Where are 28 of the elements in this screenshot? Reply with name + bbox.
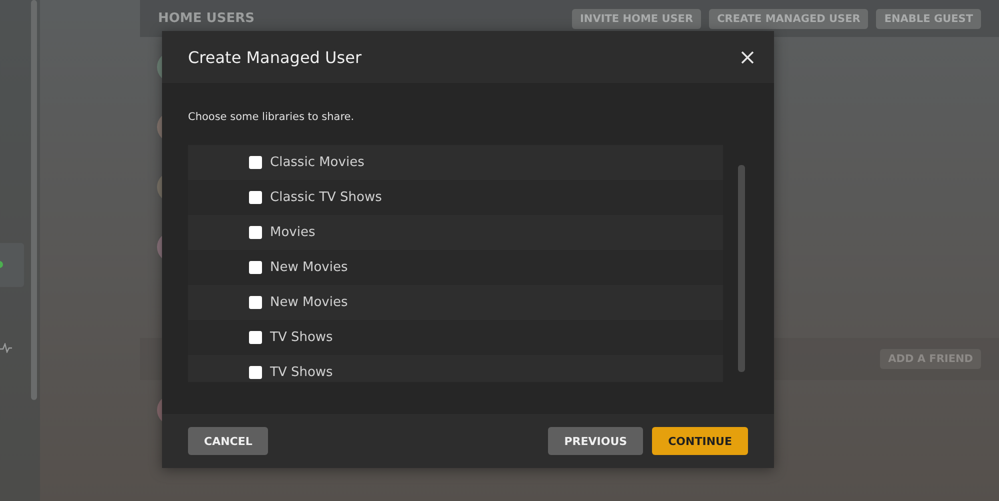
library-label: Classic Movies bbox=[270, 155, 364, 170]
library-label: New Movies bbox=[270, 260, 348, 275]
dialog-button[interactable]: PREVIOUS bbox=[548, 427, 644, 455]
library-label: New Movies bbox=[270, 295, 348, 310]
checkbox[interactable] bbox=[249, 296, 262, 309]
checkbox[interactable] bbox=[249, 226, 262, 239]
library-label: TV Shows bbox=[270, 365, 333, 380]
library-label: TV Shows bbox=[270, 330, 333, 345]
library-label: Movies bbox=[270, 225, 316, 240]
scrollbar[interactable] bbox=[738, 165, 745, 372]
checkbox[interactable] bbox=[249, 331, 262, 344]
dialog-button[interactable]: CONTINUE bbox=[652, 427, 748, 455]
checkbox[interactable] bbox=[249, 261, 262, 274]
header-button[interactable]: CREATE MANAGED USER bbox=[709, 8, 868, 28]
checkbox[interactable] bbox=[249, 366, 262, 379]
header-button[interactable]: INVITE HOME USER bbox=[572, 8, 702, 28]
section-title: HOME USERS bbox=[158, 11, 254, 26]
sidebar-item[interactable] bbox=[0, 243, 24, 287]
checkbox[interactable] bbox=[249, 156, 262, 169]
close-icon[interactable] bbox=[741, 50, 754, 64]
dialog-title: Create Managed User bbox=[188, 48, 362, 66]
dialog-button[interactable]: CANCEL bbox=[188, 427, 268, 455]
activity-icon[interactable] bbox=[0, 343, 12, 353]
scrollbar[interactable] bbox=[31, 0, 37, 400]
library-label: Classic TV Shows bbox=[270, 190, 382, 205]
checkbox[interactable] bbox=[249, 191, 262, 204]
header-button[interactable]: ENABLE GUEST bbox=[876, 8, 981, 28]
prompt-text: Choose some libraries to share. bbox=[188, 111, 356, 125]
